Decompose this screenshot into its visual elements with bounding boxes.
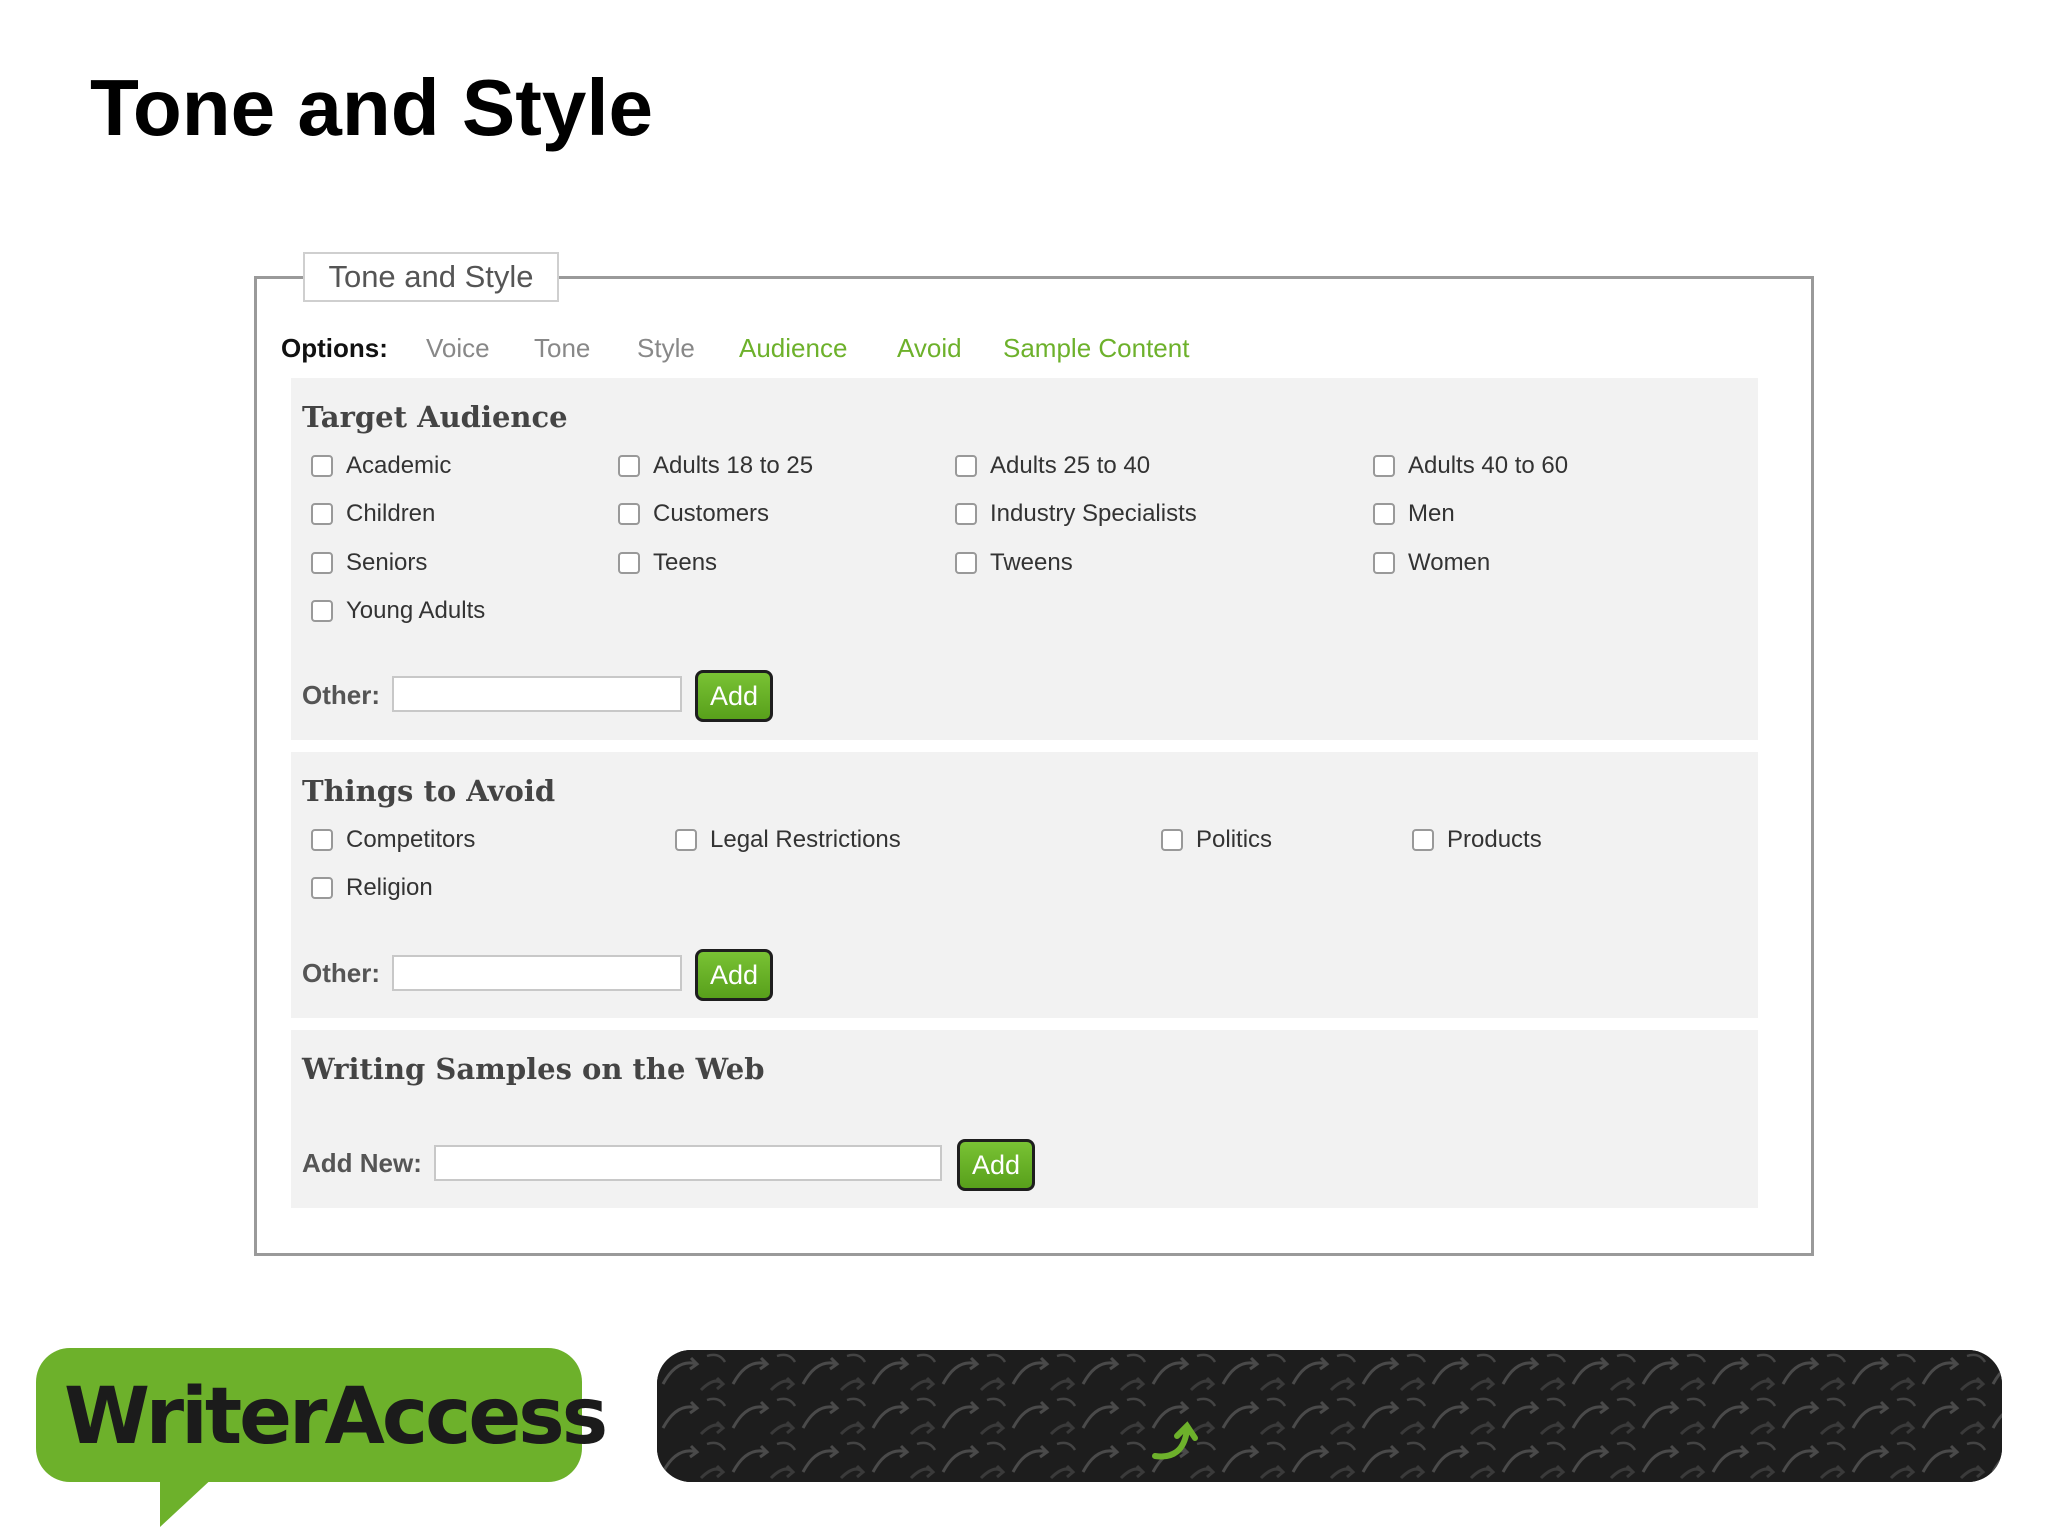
option-avoid[interactable]: Avoid — [897, 332, 962, 364]
checkbox-products[interactable]: Products — [1412, 825, 1542, 855]
checkbox-label: Young Adults — [346, 597, 486, 624]
checkbox-academic[interactable]: Academic — [311, 451, 451, 481]
arrow-pattern-icon — [657, 1350, 2002, 1482]
avoid-other-input[interactable] — [392, 955, 682, 991]
checkbox-box[interactable] — [618, 552, 640, 574]
checkbox-label: Products — [1447, 826, 1542, 853]
writing-sample-url-input[interactable] — [434, 1145, 942, 1181]
checkbox-adults-25-40[interactable]: Adults 25 to 40 — [955, 451, 1150, 481]
checkbox-religion[interactable]: Religion — [311, 873, 433, 903]
option-voice[interactable]: Voice — [426, 332, 490, 364]
checkbox-label: Tweens — [990, 549, 1073, 576]
checkbox-box[interactable] — [675, 829, 697, 851]
checkbox-box[interactable] — [955, 503, 977, 525]
checkbox-box[interactable] — [1373, 552, 1395, 574]
checkbox-adults-18-25[interactable]: Adults 18 to 25 — [618, 451, 813, 481]
audience-other-input[interactable] — [392, 676, 682, 712]
checkbox-label: Children — [346, 500, 436, 527]
checkbox-competitors[interactable]: Competitors — [311, 825, 475, 855]
checkbox-label: Religion — [346, 874, 433, 901]
checkbox-box[interactable] — [618, 503, 640, 525]
avoid-add-button[interactable]: Add — [695, 949, 773, 1001]
checkbox-legal-restrictions[interactable]: Legal Restrictions — [675, 825, 901, 855]
checkbox-label: Teens — [653, 549, 718, 576]
checkbox-label: Women — [1408, 549, 1491, 576]
checkbox-customers[interactable]: Customers — [618, 499, 769, 529]
panel-legend: Tone and Style — [303, 252, 559, 302]
checkbox-label: Adults 25 to 40 — [990, 452, 1151, 479]
checkbox-box[interactable] — [1161, 829, 1183, 851]
checkbox-label: Adults 40 to 60 — [1408, 452, 1569, 479]
checkbox-box[interactable] — [311, 877, 333, 899]
checkbox-label: Customers — [653, 500, 770, 527]
checkbox-men[interactable]: Men — [1373, 499, 1455, 529]
checkbox-box[interactable] — [311, 829, 333, 851]
options-label: Options: — [281, 333, 388, 363]
checkbox-adults-40-60[interactable]: Adults 40 to 60 — [1373, 451, 1568, 481]
checkbox-box[interactable] — [955, 455, 977, 477]
checkbox-label: Men — [1408, 500, 1455, 527]
checkbox-label: Adults 18 to 25 — [653, 452, 814, 479]
checkbox-label: Academic — [346, 452, 452, 479]
checkbox-box[interactable] — [311, 503, 333, 525]
checkbox-women[interactable]: Women — [1373, 548, 1490, 578]
checkbox-label: Industry Specialists — [990, 500, 1197, 527]
checkbox-box[interactable] — [1373, 503, 1395, 525]
checkbox-teens[interactable]: Teens — [618, 548, 717, 578]
other-label: Other: — [302, 958, 380, 988]
checkbox-seniors[interactable]: Seniors — [311, 548, 427, 578]
checkbox-box[interactable] — [311, 600, 333, 622]
logo-speech-tail — [160, 1475, 216, 1527]
checkbox-label: Legal Restrictions — [710, 826, 901, 853]
slide-title: Tone and Style — [90, 63, 654, 152]
checkbox-box[interactable] — [955, 552, 977, 574]
checkbox-label: Competitors — [346, 826, 476, 853]
checkbox-box[interactable] — [311, 455, 333, 477]
target-audience-title: Target Audience — [302, 400, 568, 434]
decorative-arrow-banner — [657, 1350, 2002, 1482]
writing-samples-section: Writing Samples on the Web Add New: Add — [291, 1030, 1758, 1208]
samples-add-button[interactable]: Add — [957, 1139, 1035, 1191]
checkbox-industry-specialists[interactable]: Industry Specialists — [955, 499, 1197, 529]
checkbox-politics[interactable]: Politics — [1161, 825, 1272, 855]
things-to-avoid-section: Things to Avoid Competitors Legal Restri… — [291, 752, 1758, 1018]
option-sample-content[interactable]: Sample Content — [1003, 332, 1189, 364]
checkbox-tweens[interactable]: Tweens — [955, 548, 1073, 578]
checkbox-children[interactable]: Children — [311, 499, 435, 529]
things-to-avoid-title: Things to Avoid — [302, 774, 556, 808]
checkbox-box[interactable] — [618, 455, 640, 477]
checkbox-box[interactable] — [1412, 829, 1434, 851]
other-label: Other: — [302, 680, 380, 710]
option-tone[interactable]: Tone — [534, 332, 590, 364]
target-audience-section: Target Audience Academic Adults 18 to 25… — [291, 378, 1758, 740]
audience-add-button[interactable]: Add — [695, 670, 773, 722]
writing-samples-title: Writing Samples on the Web — [302, 1052, 765, 1086]
option-audience[interactable]: Audience — [739, 332, 847, 364]
option-style[interactable]: Style — [637, 332, 695, 364]
checkbox-label: Politics — [1196, 826, 1273, 853]
checkbox-label: Seniors — [346, 549, 428, 576]
add-new-label: Add New: — [302, 1148, 422, 1178]
checkbox-box[interactable] — [311, 552, 333, 574]
logo-text: WriterAccess — [64, 1372, 608, 1462]
checkbox-young-adults[interactable]: Young Adults — [311, 596, 485, 626]
checkbox-box[interactable] — [1373, 455, 1395, 477]
